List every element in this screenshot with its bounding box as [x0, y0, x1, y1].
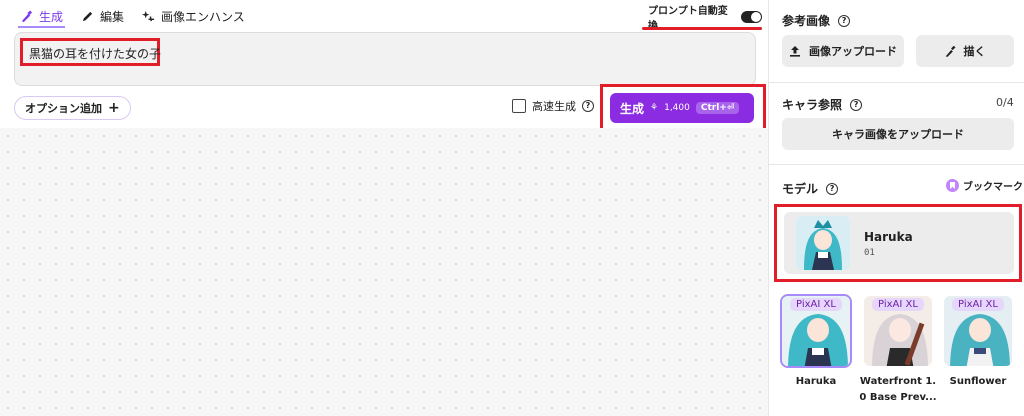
- reference-title: 参考画像: [782, 14, 831, 28]
- image-canvas: [0, 128, 768, 416]
- bookmark-button[interactable]: ブックマーク: [946, 178, 1023, 193]
- model-label-haruka: Haruka: [776, 374, 856, 390]
- fast-generation-checkbox[interactable]: [512, 99, 526, 113]
- model-badge: PixAI XL: [952, 298, 1004, 311]
- model-help-icon[interactable]: ?: [826, 182, 839, 195]
- brush-icon: [945, 45, 955, 57]
- model-badge: PixAI XL: [790, 298, 842, 311]
- prompt-text-highlight[interactable]: 黒猫の耳を付けた女の子: [20, 38, 161, 66]
- selected-model-name: Haruka: [864, 230, 913, 244]
- model-title: モデル: [782, 182, 819, 196]
- upload-image-label: 画像アップロード: [809, 45, 897, 58]
- tab-enhance-label: 画像エンハンス: [161, 9, 245, 24]
- fast-generation-label: 高速生成: [532, 100, 576, 113]
- upload-icon: [790, 46, 800, 57]
- sparkle-icon: [142, 10, 155, 21]
- pencil-icon: [82, 11, 93, 21]
- upload-character-button[interactable]: キャラ画像をアップロード: [782, 118, 1014, 150]
- model-name-line: 0 Base Prev...: [859, 392, 937, 403]
- upload-image-button[interactable]: 画像アップロード: [782, 35, 904, 67]
- model-name-line: Sunflower: [949, 376, 1007, 387]
- generate-shortcut: Ctrl+⏎: [695, 102, 740, 114]
- tab-enhance[interactable]: 画像エンハンス: [140, 6, 247, 28]
- draw-button[interactable]: 描く: [916, 35, 1014, 67]
- selected-model-thumbnail: [796, 216, 850, 270]
- brush-icon: [21, 9, 33, 22]
- mode-tabs: 生成 編集 画像エンハンス: [18, 6, 247, 28]
- add-option-label: オプション追加: [25, 102, 102, 115]
- model-label-waterfront: Waterfront 1. 0 Base Prev...: [858, 374, 938, 406]
- reference-help-icon[interactable]: ?: [838, 14, 851, 27]
- model-badge: PixAI XL: [872, 298, 924, 311]
- reference-section-title: 参考画像 ?: [782, 12, 851, 29]
- character-help-icon[interactable]: ?: [850, 98, 863, 111]
- generate-cost: 1,400: [664, 103, 690, 113]
- model-card-sunflower[interactable]: PixAI XL: [942, 294, 1014, 368]
- character-count: 0/4: [996, 96, 1014, 109]
- tab-edit[interactable]: 編集: [79, 6, 126, 28]
- section-divider: [768, 82, 1024, 83]
- model-name-line: Waterfront 1.: [859, 376, 937, 387]
- model-card-haruka[interactable]: PixAI XL: [780, 294, 852, 368]
- model-label-sunflower: Sunflower: [938, 374, 1018, 390]
- selected-model-version: 01: [864, 248, 875, 258]
- tab-generate-label: 生成: [39, 9, 64, 24]
- fast-generation: 高速生成 ?: [512, 98, 594, 114]
- generate-button[interactable]: 生成 ⚘ 1,400 Ctrl+⏎: [610, 93, 754, 123]
- model-name-line: Haruka: [795, 376, 837, 387]
- auto-convert-toggle[interactable]: [741, 11, 762, 23]
- upload-character-label: キャラ画像をアップロード: [832, 128, 964, 141]
- section-divider: [768, 164, 1024, 165]
- draw-label: 描く: [963, 45, 986, 58]
- highlight-underline: [642, 27, 762, 30]
- help-icon[interactable]: ?: [582, 100, 594, 112]
- bookmark-label: ブックマーク: [963, 182, 1023, 193]
- bookmark-icon: [946, 179, 959, 192]
- model-card-waterfront[interactable]: PixAI XL: [862, 294, 934, 368]
- coin-icon: ⚘: [650, 103, 659, 113]
- generate-label: 生成: [620, 101, 645, 116]
- model-section-title: モデル ?: [782, 180, 839, 197]
- tab-generate[interactable]: 生成: [18, 6, 66, 28]
- tab-edit-label: 編集: [100, 9, 125, 24]
- character-section-title: キャラ参照 ?: [782, 96, 863, 113]
- plus-icon: +: [108, 100, 120, 116]
- character-title: キャラ参照: [782, 98, 843, 112]
- add-option-button[interactable]: オプション追加 +: [14, 96, 131, 120]
